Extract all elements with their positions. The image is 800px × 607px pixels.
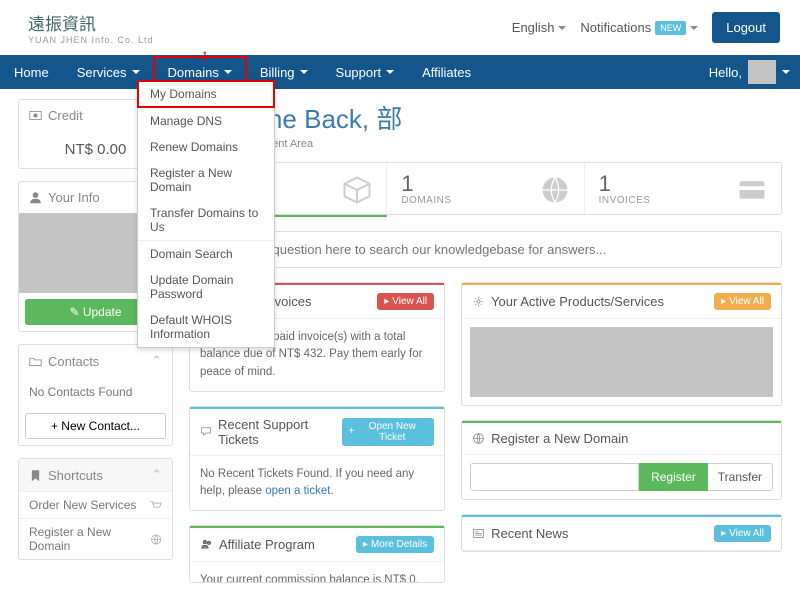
domain-input[interactable] (470, 463, 639, 491)
no-contacts-text: No Contacts Found (19, 377, 172, 407)
dropdown-register[interactable]: Register a New Domain (138, 160, 274, 200)
user-icon (29, 191, 42, 204)
globe-icon (540, 175, 570, 205)
kb-search-input[interactable] (227, 242, 767, 257)
new-contact-button[interactable]: + New Contact... (25, 413, 166, 439)
comment-icon (200, 425, 212, 438)
dropdown-transfer[interactable]: Transfer Domains to Us (138, 200, 274, 240)
affiliate-more[interactable]: ▸ More Details (356, 536, 434, 553)
nav-affiliates[interactable]: Affiliates (408, 57, 485, 88)
nav-home[interactable]: Home (0, 57, 63, 88)
tickets-body: No Recent Tickets Found. If you need any… (190, 456, 444, 511)
chevron-up-icon[interactable]: ⌃ (151, 467, 162, 483)
stats-row: 0SERVICES 1DOMAINS 0TICKETS 1INVOICES (189, 162, 782, 215)
nav-user[interactable]: Hello, (709, 60, 800, 84)
viewall-invoices[interactable]: ▸ View All (377, 293, 434, 310)
transfer-button[interactable]: Transfer (708, 463, 773, 491)
new-badge: NEW (655, 21, 686, 35)
annotation-1: 1 (201, 49, 209, 66)
globe-icon (472, 432, 485, 445)
viewall-news[interactable]: ▸ View All (714, 525, 771, 542)
affiliate-body: Your current commission balance is NT$ 0… (190, 562, 444, 582)
logo-text: 遠振資訊 (28, 10, 154, 35)
active-products-card: Your Active Products/Services▸ View All (461, 282, 782, 406)
bookmark-icon (29, 469, 42, 482)
logo-subtext: YUAN JHEN Info. Co. Ltd (28, 35, 154, 45)
globe-icon (150, 533, 162, 546)
news-card: Recent News▸ View All (461, 514, 782, 552)
stat-domains[interactable]: 1DOMAINS (387, 163, 584, 214)
folder-icon (29, 355, 42, 368)
dropdown-search[interactable]: Domain Search (138, 241, 274, 267)
shortcuts-panel: Shortcuts⌃ Order New Services Register a… (18, 458, 173, 560)
language-selector[interactable]: English (512, 20, 567, 35)
users-icon (200, 538, 213, 551)
cube-icon (342, 175, 372, 205)
domains-dropdown: My Domains Manage DNS Renew Domains Regi… (137, 80, 275, 348)
page-title: Welcome Back, 部 (189, 99, 782, 136)
product-placeholder (470, 327, 773, 397)
shortcut-register[interactable]: Register a New Domain (19, 518, 172, 559)
nav-support[interactable]: Support (322, 57, 409, 88)
open-ticket-button[interactable]: + Open New Ticket (342, 418, 434, 446)
register-domain-card: Register a New Domain Register Transfer (461, 420, 782, 500)
stat-invoices[interactable]: 1INVOICES (585, 163, 781, 214)
logo[interactable]: 遠振資訊 YUAN JHEN Info. Co. Ltd (20, 10, 154, 45)
affiliate-card: Affiliate Program▸ More Details Your cur… (189, 525, 445, 583)
card-icon (737, 175, 767, 205)
kb-search[interactable] (189, 231, 782, 268)
shortcut-order[interactable]: Order New Services (19, 491, 172, 518)
open-ticket-link[interactable]: open a ticket (265, 485, 330, 497)
user-avatar (748, 60, 776, 84)
dropdown-whois[interactable]: Default WHOIS Information (138, 307, 274, 347)
breadcrumb: Portal Home / Client Area (189, 138, 782, 150)
register-button[interactable]: Register (639, 463, 708, 491)
dropdown-renew[interactable]: Renew Domains (138, 134, 274, 160)
notifications-link[interactable]: Notifications NEW (580, 20, 698, 35)
chevron-up-icon[interactable]: ⌃ (151, 353, 162, 369)
contacts-panel: Contacts⌃ No Contacts Found + New Contac… (18, 344, 173, 446)
dropdown-my-domains[interactable]: My Domains (138, 81, 274, 107)
dropdown-manage-dns[interactable]: Manage DNS (138, 108, 274, 134)
logout-button[interactable]: Logout (712, 12, 780, 43)
gear-icon (472, 295, 485, 308)
credit-icon (29, 109, 42, 122)
cart-icon (149, 499, 162, 512)
dropdown-update-pw[interactable]: Update Domain Password (138, 267, 274, 307)
news-icon (472, 527, 485, 540)
viewall-products[interactable]: ▸ View All (714, 293, 771, 310)
tickets-card: Recent Support Tickets+ Open New Ticket … (189, 406, 445, 512)
